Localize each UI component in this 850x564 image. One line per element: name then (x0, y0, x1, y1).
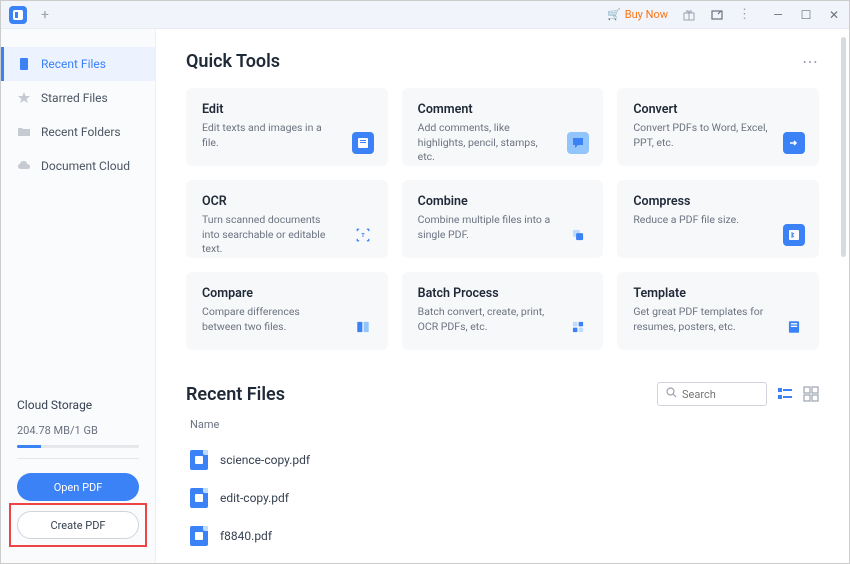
close-button[interactable]: ✕ (827, 8, 841, 22)
search-input-container[interactable] (657, 382, 767, 406)
tool-desc: Reduce a PDF file size. (633, 213, 803, 228)
compare-icon (352, 316, 374, 338)
tool-desc: Combine multiple files into a single PDF… (418, 213, 588, 242)
comment-icon (567, 132, 589, 154)
cart-icon: 🛒 (607, 8, 621, 21)
minimize-button[interactable]: — (771, 8, 785, 22)
cloud-storage-usage: 204.78 MB/1 GB (17, 424, 139, 437)
tool-desc: Add comments, like highlights, pencil, s… (418, 121, 588, 165)
edit-icon (352, 132, 374, 154)
create-pdf-button[interactable]: Create PDF (17, 511, 139, 539)
content-area: Quick Tools ⋯ Edit Edit texts and images… (156, 29, 849, 563)
tool-card-edit[interactable]: Edit Edit texts and images in a file. (186, 88, 388, 166)
tool-title: Edit (202, 102, 372, 117)
search-input[interactable] (682, 388, 758, 401)
maximize-button[interactable]: ☐ (799, 8, 813, 22)
tool-title: Template (633, 286, 803, 301)
tool-desc: Compare differences between two files. (202, 305, 372, 334)
tool-card-template[interactable]: Template Get great PDF templates for res… (617, 272, 819, 350)
folder-icon (17, 125, 31, 139)
quick-tools-grid: Edit Edit texts and images in a file. Co… (186, 88, 819, 350)
buy-now-label: Buy Now (625, 8, 668, 21)
column-header-name: Name (186, 418, 819, 431)
tool-title: Compress (633, 194, 803, 209)
gift-icon[interactable] (682, 8, 696, 22)
tool-card-compare[interactable]: Compare Compare differences between two … (186, 272, 388, 350)
file-row[interactable]: f8840.pdf (186, 517, 819, 555)
svg-text:T: T (361, 233, 365, 239)
sidebar-item-label: Recent Files (41, 57, 106, 71)
sidebar-item-label: Document Cloud (41, 159, 130, 173)
combine-icon (567, 224, 589, 246)
cloud-storage-title: Cloud Storage (17, 398, 139, 412)
sidebar-item-recent-files[interactable]: Recent Files (1, 47, 155, 81)
list-view-button[interactable] (777, 386, 793, 402)
tool-title: Compare (202, 286, 372, 301)
tool-title: Batch Process (418, 286, 588, 301)
file-row[interactable]: science-copy.pdf (186, 441, 819, 479)
tool-card-comment[interactable]: Comment Add comments, like highlights, p… (402, 88, 604, 166)
pdf-file-icon (190, 488, 208, 508)
ocr-icon: T (352, 224, 374, 246)
sidebar-item-label: Recent Folders (41, 125, 121, 139)
share-icon[interactable] (710, 8, 724, 22)
batch-icon (567, 316, 589, 338)
tool-card-convert[interactable]: Convert Convert PDFs to Word, Excel, PPT… (617, 88, 819, 166)
quick-tools-title: Quick Tools (186, 51, 280, 72)
cloud-storage-section: Cloud Storage 204.78 MB/1 GB Open PDF Cr… (1, 384, 155, 563)
app-logo-icon (9, 6, 27, 24)
storage-progress-bar (17, 445, 139, 448)
tool-title: Convert (633, 102, 803, 117)
grid-view-button[interactable] (803, 386, 819, 402)
sidebar-item-label: Starred Files (41, 91, 108, 105)
tool-title: Combine (418, 194, 588, 209)
file-icon (17, 57, 31, 71)
buy-now-link[interactable]: 🛒 Buy Now (607, 8, 668, 21)
cloud-icon (17, 159, 31, 173)
tool-title: OCR (202, 194, 372, 209)
file-name: edit-copy.pdf (220, 491, 289, 505)
more-options-icon[interactable]: ⋯ (802, 52, 819, 71)
tool-desc: Convert PDFs to Word, Excel, PPT, etc. (633, 121, 803, 150)
tool-card-ocr[interactable]: OCR Turn scanned documents into searchab… (186, 180, 388, 258)
convert-icon (783, 132, 805, 154)
pdf-file-icon (190, 526, 208, 546)
tool-desc: Edit texts and images in a file. (202, 121, 372, 150)
file-name: f8840.pdf (220, 529, 272, 543)
sidebar-item-starred-files[interactable]: Starred Files (1, 81, 155, 115)
tool-card-batch-process[interactable]: Batch Process Batch convert, create, pri… (402, 272, 604, 350)
sidebar-item-document-cloud[interactable]: Document Cloud (1, 149, 155, 183)
tool-card-combine[interactable]: Combine Combine multiple files into a si… (402, 180, 604, 258)
file-row[interactable]: edit-copy.pdf (186, 479, 819, 517)
file-name: science-copy.pdf (220, 453, 310, 467)
tool-desc: Batch convert, create, print, OCR PDFs, … (418, 305, 588, 334)
tool-title: Comment (418, 102, 588, 117)
recent-files-title: Recent Files (186, 384, 285, 405)
titlebar: + 🛒 Buy Now ⋮ — ☐ ✕ (1, 1, 849, 29)
open-pdf-button[interactable]: Open PDF (17, 473, 139, 501)
tool-card-compress[interactable]: Compress Reduce a PDF file size. (617, 180, 819, 258)
star-icon (17, 91, 31, 105)
tool-desc: Turn scanned documents into searchable o… (202, 213, 372, 257)
template-icon (783, 316, 805, 338)
sidebar-item-recent-folders[interactable]: Recent Folders (1, 115, 155, 149)
new-tab-button[interactable]: + (37, 7, 53, 23)
sidebar: Recent Files Starred Files Recent Folder… (1, 29, 156, 563)
scrollbar[interactable] (841, 37, 846, 257)
tool-desc: Get great PDF templates for resumes, pos… (633, 305, 803, 334)
pdf-file-icon (190, 450, 208, 470)
menu-icon[interactable]: ⋮ (738, 7, 751, 22)
compress-icon (783, 224, 805, 246)
highlight-annotation: Create PDF (9, 503, 147, 547)
search-icon (666, 387, 677, 401)
